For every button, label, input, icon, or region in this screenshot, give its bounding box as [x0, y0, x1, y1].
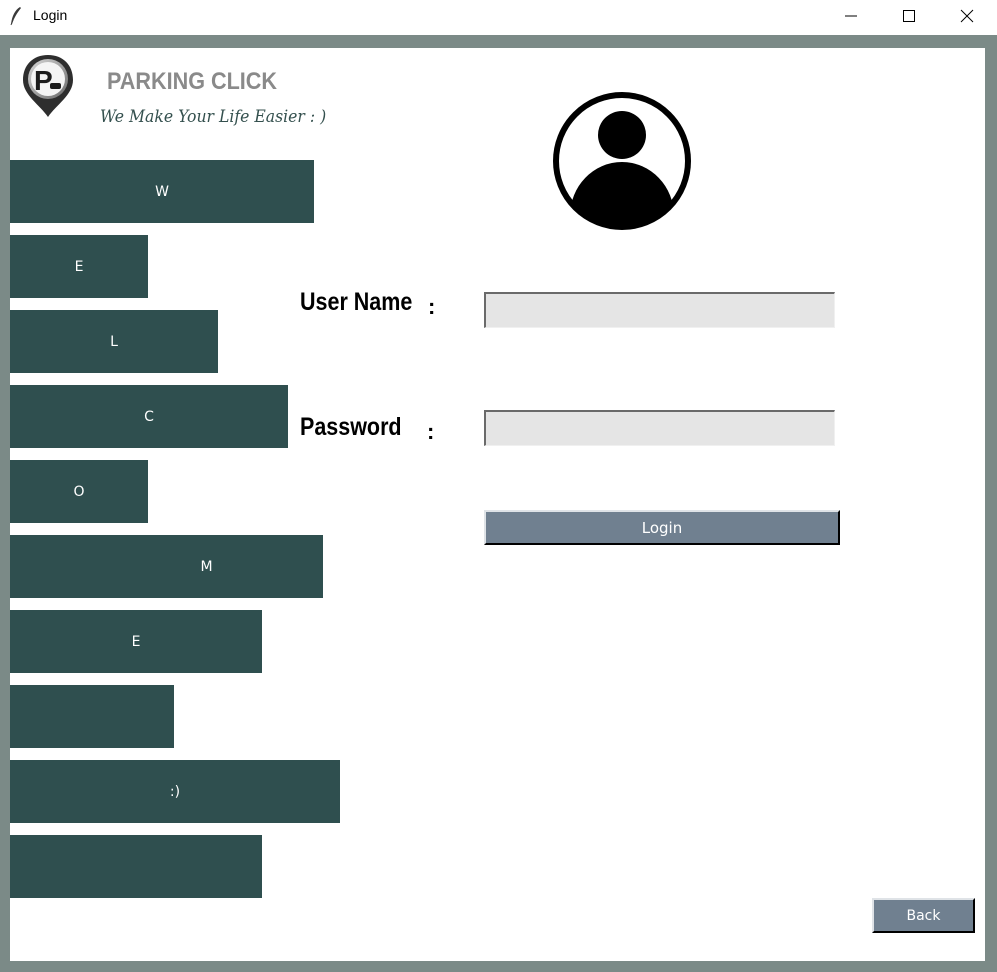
welcome-bar: E	[10, 235, 148, 298]
user-avatar-icon	[553, 92, 691, 230]
parking-pin-icon: P	[23, 55, 73, 117]
password-input[interactable]	[484, 410, 835, 446]
welcome-bar	[10, 835, 262, 898]
welcome-bar: O	[10, 460, 148, 523]
close-button[interactable]	[938, 0, 996, 32]
password-label: Password	[300, 413, 402, 441]
window-title: Login	[33, 7, 68, 23]
brand-name: PARKING CLICK	[107, 68, 278, 95]
welcome-bar	[10, 685, 174, 748]
minimize-button[interactable]	[822, 0, 880, 32]
username-label: User Name	[300, 288, 413, 316]
svg-text:P: P	[34, 65, 53, 96]
brand-tagline: We Make Your Life Easier : )	[100, 107, 327, 127]
window-titlebar: Login	[0, 0, 997, 34]
welcome-bar: :)	[10, 760, 340, 823]
welcome-bar: W	[10, 160, 314, 223]
close-icon	[960, 9, 974, 23]
username-colon: :	[428, 294, 436, 319]
maximize-icon	[903, 10, 915, 22]
back-button[interactable]: Back	[872, 898, 975, 933]
login-button[interactable]: Login	[484, 510, 840, 545]
login-panel: P PARKING CLICK We Make Your Life Easier…	[10, 48, 985, 961]
maximize-button[interactable]	[880, 0, 938, 32]
feather-icon	[10, 7, 21, 26]
welcome-bar: E	[10, 610, 262, 673]
password-colon: :	[427, 419, 435, 444]
welcome-bar: C	[10, 385, 288, 448]
welcome-bar: L	[10, 310, 218, 373]
minimize-icon	[845, 15, 857, 17]
username-input[interactable]	[484, 292, 835, 328]
welcome-bar: M	[10, 535, 323, 598]
